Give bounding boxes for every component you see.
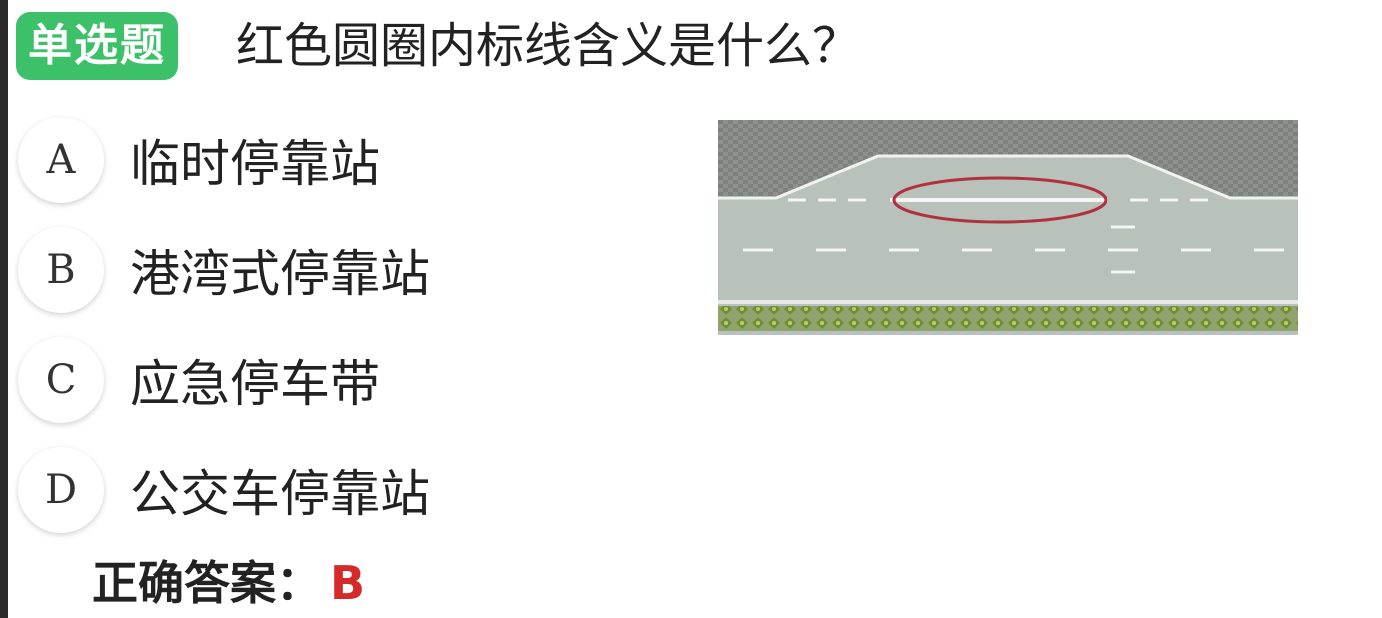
option-c[interactable]: C 应急停车带: [18, 336, 380, 424]
question-text: 红色圆圈内标线含义是什么？: [236, 18, 861, 74]
option-d-text: 公交车停靠站: [130, 465, 430, 523]
left-edge-bar: [0, 0, 8, 618]
option-b-text: 港湾式停靠站: [130, 245, 430, 303]
option-a-letter: A: [18, 117, 104, 203]
option-b[interactable]: B 港湾式停靠站: [18, 226, 430, 314]
road-marking-diagram: [718, 120, 1298, 335]
correct-answer-label: 正确答案：: [92, 556, 322, 610]
option-c-letter: C: [18, 337, 104, 423]
option-b-letter: B: [18, 227, 104, 313]
question-type-badge: 单选题: [16, 12, 178, 80]
option-a-text: 临时停靠站: [130, 135, 380, 193]
road-edge-line: [718, 300, 1298, 304]
option-c-text: 应急停车带: [130, 355, 380, 413]
option-d[interactable]: D 公交车停靠站: [18, 446, 430, 534]
option-a[interactable]: A 临时停靠站: [18, 116, 380, 204]
correct-answer-value: B: [330, 556, 366, 610]
green-belt: [718, 306, 1298, 331]
correct-answer: 正确答案： B: [92, 552, 365, 614]
option-d-letter: D: [18, 447, 104, 533]
quiz-page: 单选题 红色圆圈内标线含义是什么？ A 临时停靠站 B 港湾式停靠站 C 应急停…: [0, 0, 1382, 618]
